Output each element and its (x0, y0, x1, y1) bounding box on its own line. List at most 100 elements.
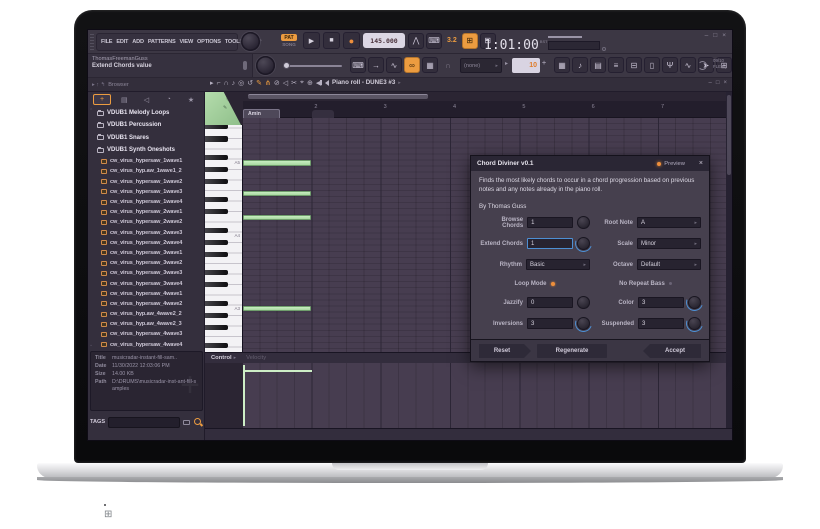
link-controller-icon[interactable]: ∞ (404, 57, 420, 73)
reset-button[interactable]: Reset (479, 344, 531, 358)
regenerate-button[interactable]: Regenerate (537, 344, 607, 358)
record-button[interactable]: ● (343, 32, 360, 49)
black-key[interactable] (205, 179, 228, 184)
plugin-database-icon[interactable]: Ψ (662, 57, 678, 73)
browser-file[interactable]: cw_virus_hypersaw_1wave2 (88, 177, 205, 187)
pr-options-arrow-icon[interactable]: ▸ (210, 79, 214, 87)
black-key[interactable] (205, 270, 228, 275)
metronome-icon[interactable]: ⋀ (408, 33, 424, 49)
chord-marker[interactable]: Amin (243, 109, 280, 118)
controller-select[interactable]: (none) ▸ (460, 58, 502, 73)
note-A5[interactable] (243, 160, 311, 165)
black-key[interactable] (205, 252, 228, 257)
dialog-close-icon[interactable]: × (699, 160, 703, 167)
browser-file[interactable]: cw_virus_hypersaw_3wave1 (88, 248, 205, 258)
touch-controller-icon[interactable]: ∿ (680, 57, 696, 73)
horizontal-scrollbar-thumb[interactable] (248, 94, 428, 99)
browser-nav-icons[interactable]: ▸ ↑ ↰ (92, 82, 105, 88)
pat-song-toggle[interactable]: PAT SONG (278, 34, 300, 47)
hint-detach-icon[interactable] (243, 61, 247, 70)
browse-chords-knob[interactable] (577, 216, 590, 229)
black-key[interactable] (205, 325, 228, 330)
browser-file[interactable]: cw_virus_hyp.aw_4wave2_2 (88, 309, 205, 319)
browser-folder[interactable]: VDUB1 Melody Loops (88, 107, 205, 119)
tags-input[interactable] (108, 417, 180, 428)
browser-folder[interactable]: VDUB1 Snares (88, 132, 205, 144)
news-indicator[interactable]: 09/10 FLEX | (713, 58, 726, 69)
close-button[interactable]: × (722, 32, 726, 39)
pr-minimize-button[interactable]: – (709, 80, 712, 86)
pr-draw-pencil-icon[interactable]: ✎ (256, 79, 262, 87)
pr-mute-icon[interactable]: ◁ (283, 79, 288, 87)
black-key[interactable] (205, 313, 228, 318)
pr-slice-icon[interactable]: ✂ (291, 79, 297, 87)
tab-audio-icon[interactable]: ◁ (138, 94, 156, 105)
stamp-icon[interactable]: ▦ (422, 57, 438, 73)
typing-keyboard-count-icon[interactable]: ⌨ (426, 33, 442, 49)
pr-select-icon[interactable]: ⌖ (300, 79, 304, 87)
playlist-icon[interactable]: ▦ (554, 57, 570, 73)
tempo-display[interactable]: 145.000 (363, 33, 405, 48)
menu-item-view[interactable]: VIEW (180, 39, 194, 45)
black-key[interactable] (205, 155, 228, 160)
pr-snap-magnet-icon[interactable]: ∩ (224, 80, 229, 87)
main-pitch-slider[interactable] (284, 65, 342, 67)
black-key[interactable] (205, 167, 228, 172)
sync-icon[interactable] (698, 61, 707, 70)
note-A3[interactable] (243, 306, 311, 311)
piano-roll-titlebar[interactable]: Piano roll - DUNE3 #3 ▸ (320, 79, 401, 86)
mixer-icon[interactable]: ≡ (608, 57, 624, 73)
pr-paint-brush-icon[interactable]: ⋔ (265, 79, 271, 87)
note-E5[interactable] (243, 191, 311, 196)
control-label[interactable]: Control (211, 355, 232, 361)
scale-dropdown[interactable]: Minor▸ (637, 238, 701, 249)
inversions-knob[interactable] (577, 317, 590, 330)
accept-button[interactable]: Accept (643, 344, 701, 358)
pr-maximize-button[interactable]: □ (716, 80, 720, 86)
scroll-down-icon[interactable]: ⌄ (89, 342, 93, 348)
extend-chords-input[interactable]: 1 (527, 238, 573, 249)
dialog-titlebar[interactable]: Chord Diviner v0.1 Preview × (471, 156, 709, 171)
pattern-selector[interactable]: 10 (512, 58, 540, 73)
black-key[interactable] (205, 228, 228, 233)
pr-delete-icon[interactable]: ⊘ (274, 79, 280, 87)
browser-file[interactable]: cw_virus_hypersaw_2wave2 (88, 217, 205, 227)
suspended-input[interactable]: 3 (638, 318, 684, 329)
browser-folder[interactable]: VDUB1 Percussion (88, 119, 205, 131)
vertical-scrollbar-thumb[interactable] (727, 95, 731, 175)
black-key[interactable] (205, 240, 228, 245)
inversions-input[interactable]: 3 (527, 318, 573, 329)
plugin-picker-icon[interactable]: ▯ (644, 57, 660, 73)
pr-stamp-target-icon[interactable]: ◎ (238, 79, 244, 87)
stop-button[interactable]: ■ (323, 32, 340, 49)
jazzify-input[interactable]: 0 (527, 297, 573, 308)
browser-file[interactable]: cw_virus_hypersaw_1wave3 (88, 187, 205, 197)
minimize-button[interactable]: – (705, 32, 709, 39)
browser-file[interactable]: cw_virus_hyp.aw_4wave2_3 (88, 319, 205, 329)
browser-file[interactable]: cw_virus_hypersaw_4wave1 (88, 289, 205, 299)
browser-file[interactable]: cw_virus_hypersaw_4wave2 (88, 299, 205, 309)
browser-file[interactable]: cw_virus_hypersaw_4wave4 (88, 340, 205, 350)
tab-file-icon[interactable]: ▤ (115, 94, 133, 105)
main-volume-knob[interactable] (256, 56, 275, 75)
octave-dropdown[interactable]: Default▸ (637, 259, 701, 270)
pr-close-button[interactable]: × (723, 80, 727, 86)
piano-roll-panel-icon[interactable]: ♪ (572, 57, 588, 73)
monitor-headphones-icon[interactable]: ∩ (440, 57, 456, 73)
scroll-up-icon[interactable]: ⌃ (89, 108, 93, 114)
typing-to-piano-icon[interactable]: ⌨ (350, 57, 366, 73)
jazzify-knob[interactable] (577, 296, 590, 309)
black-key[interactable] (205, 209, 228, 214)
pr-undo-icon[interactable]: ↺ (247, 79, 253, 87)
preview-label[interactable]: Preview (664, 161, 685, 167)
pr-wrench-icon[interactable]: ⌐ (217, 80, 221, 87)
velocity-label[interactable]: Velocity (246, 355, 266, 361)
browser-folder[interactable]: VDUB1 Synth Oneshots (88, 144, 205, 156)
pattern-prev-arrow[interactable]: ▸ (505, 60, 508, 67)
browse-chords-input[interactable]: 1 (527, 217, 573, 228)
browser-file[interactable]: cw_virus_hypersaw_2wave1 (88, 207, 205, 217)
maximize-button[interactable]: □ (713, 32, 717, 39)
color-input[interactable]: 3 (638, 297, 684, 308)
pr-note-properties-icon[interactable]: ♪ (232, 80, 236, 87)
step-edit-icon[interactable]: → (368, 57, 384, 73)
